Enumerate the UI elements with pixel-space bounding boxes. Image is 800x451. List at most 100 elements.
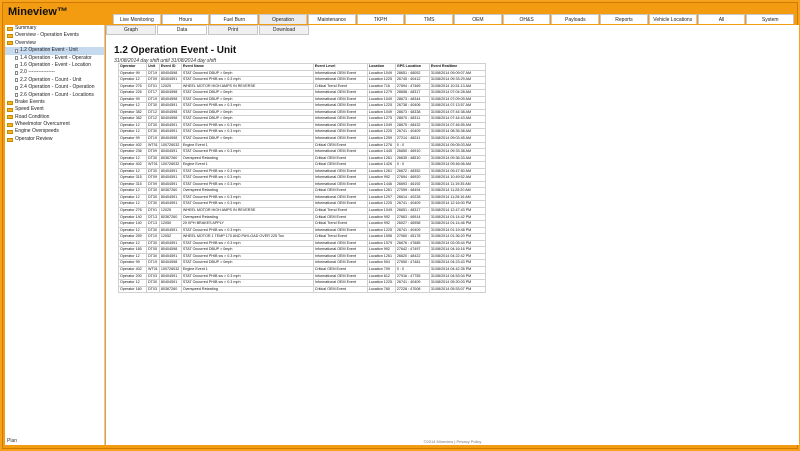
table-cell: Location 760 bbox=[366, 285, 396, 294]
sidebar-item[interactable]: Brake Events bbox=[5, 99, 104, 106]
table-row: Operator 160 DT03 80367260 Overspeed Retard… bbox=[118, 285, 486, 294]
sidebar-item[interactable]: 2.6 Operation - Count - Locations bbox=[5, 92, 104, 99]
sidebar-item-label: Speed Event bbox=[15, 106, 44, 113]
folder-icon bbox=[7, 122, 13, 127]
table-cell: Operator 160 bbox=[118, 285, 147, 294]
tab-oem[interactable]: OEM bbox=[454, 14, 502, 24]
sidebar-bottom-label: Plan bbox=[7, 438, 18, 444]
sidebar-item-label: 2.2 Operation - Count - Unit bbox=[20, 76, 82, 83]
subtab-data[interactable]: Data bbox=[157, 25, 207, 35]
footer: ©2014 Mineview | Privacy Policy bbox=[423, 439, 482, 444]
table-cell: Location 1446 bbox=[366, 180, 396, 189]
tab-vehicle-locations[interactable]: Vehicle Locations bbox=[648, 14, 697, 24]
table-cell: Overspeed Retarding bbox=[180, 285, 314, 294]
sidebar-item-label: 2.0 ---------------- bbox=[20, 69, 55, 76]
table-cell: 27228 : 47008 bbox=[394, 285, 430, 294]
sidebar-item-label: 2.6 Operation - Count - Locations bbox=[20, 91, 94, 98]
app-brand: Mineview™ bbox=[8, 6, 68, 18]
folder-icon bbox=[7, 41, 13, 46]
sidebar-item[interactable]: 1.4 Operation - Event - Operator bbox=[5, 55, 104, 62]
folder-icon bbox=[7, 137, 13, 142]
top-nav: Live Monitoring Hours Fuel Burn Operation Ma… bbox=[113, 14, 795, 24]
tab-maintenance[interactable]: Maintenance bbox=[307, 14, 356, 24]
tab-oh-s[interactable]: OH&S bbox=[502, 14, 551, 24]
sidebar-item[interactable]: Overview bbox=[5, 40, 104, 47]
tab-all[interactable]: All bbox=[697, 14, 746, 24]
tab-system[interactable]: System bbox=[746, 14, 795, 24]
tab-live-monitoring[interactable]: Live Monitoring bbox=[113, 14, 161, 24]
sidebar-item-label: Brake Events bbox=[15, 98, 45, 105]
subtab-graph[interactable]: Graph bbox=[106, 25, 156, 35]
report-icon bbox=[15, 85, 18, 90]
table-cell: Location 1225 bbox=[366, 76, 396, 84]
table-cell: Location 1276 bbox=[366, 141, 396, 150]
sidebar-item[interactable]: Engine Overspeeds bbox=[5, 128, 104, 135]
tab-payloads[interactable]: Payloads bbox=[551, 14, 600, 24]
table-cell: Location 1445 bbox=[366, 148, 396, 156]
table-cell: WT01 bbox=[146, 161, 160, 169]
sidebar-item-label: Road Condition bbox=[15, 113, 50, 120]
report-icon bbox=[15, 63, 18, 68]
sidebar-item-label: 2.4 Operation - Count - Operation bbox=[20, 84, 95, 91]
folder-icon bbox=[7, 26, 13, 31]
sidebar-item[interactable]: 1.6 Operation - Event - Location bbox=[5, 62, 104, 69]
sidebar-item-label: Operator Review bbox=[15, 135, 53, 142]
sidebar-item[interactable]: Wheelmotor Overcurrent bbox=[5, 121, 104, 128]
tab-operation[interactable]: Operation bbox=[259, 14, 307, 24]
report-icon bbox=[15, 56, 18, 61]
sidebar-item[interactable]: Operator Review bbox=[5, 136, 104, 143]
table-cell: Location 1049 bbox=[366, 207, 396, 215]
table-cell: WT01 bbox=[146, 141, 160, 150]
table-cell: 80367260 bbox=[158, 285, 182, 294]
table-cell: 100726032 bbox=[158, 265, 182, 274]
table-cell: Location 1225 bbox=[366, 102, 396, 110]
tab-tkph[interactable]: TKPH bbox=[356, 14, 405, 24]
table-cell: DT03 bbox=[146, 285, 160, 294]
tab-tms[interactable]: TMS bbox=[405, 14, 454, 24]
report-icon bbox=[15, 93, 18, 98]
table-cell: Location 1579 bbox=[366, 239, 396, 248]
sidebar-item[interactable]: Overview - Operation Events bbox=[5, 32, 104, 39]
sidebar-item[interactable]: 2.4 Operation - Count - Operation bbox=[5, 84, 104, 91]
report-icon bbox=[15, 71, 18, 76]
sidebar-item-label: Summary bbox=[15, 25, 37, 31]
table-cell: Location 1225 bbox=[366, 226, 396, 235]
tab-hours[interactable]: Hours bbox=[161, 14, 210, 24]
sub-tabs: Graph Data Print Download bbox=[106, 25, 310, 35]
table-cell: Location 1275 bbox=[366, 115, 396, 123]
sidebar-item-label: Wheelmotor Overcurrent bbox=[15, 121, 70, 128]
table-cell: Location 1261 bbox=[366, 252, 396, 261]
sidebar-item[interactable]: 1.2 Operation Event - Unit bbox=[5, 47, 104, 55]
sidebar-item[interactable]: Speed Event bbox=[5, 106, 104, 113]
table-cell: Location 1596 bbox=[366, 233, 396, 241]
sidebar-item[interactable]: 2.0 ---------------- bbox=[5, 69, 104, 76]
report-icon bbox=[15, 48, 18, 53]
sidebar-item[interactable]: 2.2 Operation - Count - Unit bbox=[5, 77, 104, 84]
sidebar-tree: Summary Overview - Operation Events Overvi… bbox=[5, 25, 104, 143]
sidebar-item[interactable]: Summary bbox=[5, 25, 104, 32]
table-cell: Location 1225 bbox=[366, 279, 396, 287]
sidebar-item[interactable]: Road Condition bbox=[5, 114, 104, 121]
subtab-print[interactable]: Print bbox=[208, 25, 258, 35]
table-cell: Location 1279 bbox=[366, 89, 396, 97]
folder-icon bbox=[7, 100, 13, 105]
table-cell: 100726032 bbox=[158, 141, 182, 150]
sidebar-item-label: 1.6 Operation - Event - Location bbox=[20, 61, 91, 68]
table-cell: Location 1049 bbox=[366, 69, 396, 78]
table-cell: 31/08/2014 05:53:07 PM bbox=[428, 285, 486, 294]
folder-icon bbox=[7, 130, 13, 135]
tab-fuel-burn[interactable]: Fuel Burn bbox=[210, 14, 259, 24]
sidebar-item-label: 1.4 Operation - Event - Operator bbox=[20, 54, 92, 61]
app-window: Mineview™ Live Monitoring Hours Fuel Burn O… bbox=[2, 2, 799, 449]
folder-icon bbox=[7, 115, 13, 120]
sidebar-item-label: 1.2 Operation Event - Unit bbox=[20, 47, 78, 54]
table-cell: Location 1426 bbox=[366, 161, 396, 169]
table-cell: Critical OEM Event bbox=[312, 285, 368, 294]
sidebar: Summary Overview - Operation Events Overvi… bbox=[5, 25, 105, 445]
table-body: Operator 99 DT19 80404598 STAT Occurred DBU… bbox=[118, 69, 486, 294]
sidebar-item-label: Engine Overspeeds bbox=[15, 128, 59, 135]
tab-reports[interactable]: Reports bbox=[600, 14, 648, 24]
table-cell: Location 1261 bbox=[366, 187, 396, 195]
report-icon bbox=[15, 78, 18, 83]
subtab-download[interactable]: Download bbox=[259, 25, 309, 35]
